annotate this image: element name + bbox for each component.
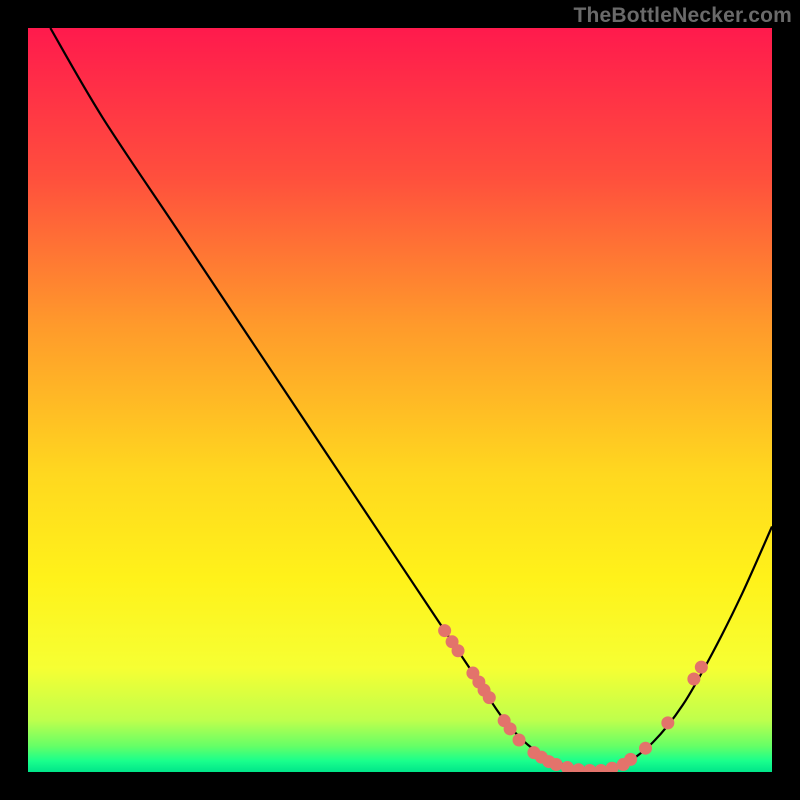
watermark-label: TheBottleNecker.com xyxy=(573,4,792,28)
data-point xyxy=(438,624,451,637)
data-point xyxy=(513,734,526,747)
chart-svg xyxy=(28,28,772,772)
data-point xyxy=(452,644,465,657)
data-point xyxy=(483,691,496,704)
chart-frame xyxy=(28,28,772,772)
data-point xyxy=(550,758,563,771)
data-point xyxy=(504,722,517,735)
gradient-background xyxy=(28,28,772,772)
data-point xyxy=(639,742,652,755)
data-point xyxy=(687,673,700,686)
data-point xyxy=(624,753,637,766)
data-point xyxy=(695,661,708,674)
data-point xyxy=(661,716,674,729)
